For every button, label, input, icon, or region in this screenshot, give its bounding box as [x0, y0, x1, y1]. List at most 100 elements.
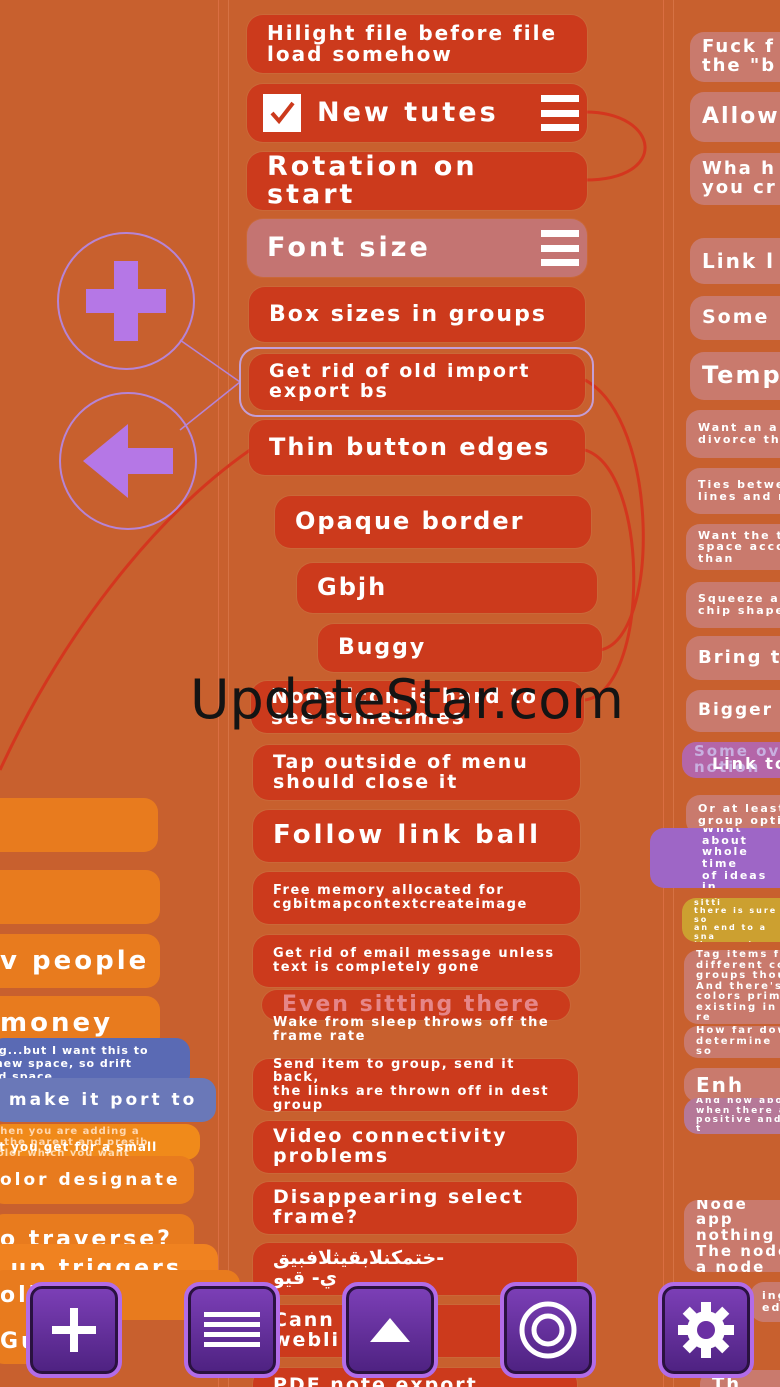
note-label: Send item to group, send it back, the li… — [273, 1056, 550, 1113]
target-icon — [519, 1301, 577, 1359]
up-button[interactable] — [342, 1282, 438, 1378]
back-button[interactable] — [59, 392, 197, 530]
note[interactable]: Fuck f the "b — [690, 32, 780, 82]
back-arrow-icon — [83, 424, 173, 498]
note-label: Some — [702, 306, 770, 329]
note-label: Bring t — [698, 646, 780, 668]
note[interactable]: Wake from sleep throws off the frame rat… — [253, 1010, 578, 1050]
note[interactable]: Link l — [690, 238, 780, 284]
note-label: And how abo when there a positive and t — [696, 1098, 780, 1134]
note[interactable]: Link to — [700, 752, 780, 776]
note[interactable]: Disappearing select frame? — [253, 1182, 577, 1234]
note-label: Want the t space acco than — [698, 528, 780, 565]
note[interactable]: Opaque border — [275, 496, 591, 548]
note[interactable]: Tap outside of menu should close it — [253, 745, 580, 800]
checkbox-checked-icon[interactable] — [263, 94, 301, 132]
note-label: What about whole time of ideas in — [702, 828, 768, 888]
note-label: Buggy — [338, 635, 427, 661]
note[interactable]: v people — [0, 934, 160, 988]
note-label: Enh — [696, 1072, 745, 1097]
note[interactable]: Wha h you cr — [690, 153, 780, 205]
note[interactable]: Box sizes in groups — [249, 287, 585, 342]
note-label: Thin button edges — [269, 432, 551, 461]
note-label: Or at least group optio — [698, 802, 780, 827]
add-node-button[interactable] — [57, 232, 195, 370]
note-label: Get rid of email message unless text is … — [273, 946, 555, 975]
up-arrow-icon — [370, 1318, 410, 1342]
note[interactable]: ing ed. — [750, 1282, 780, 1322]
note[interactable]: Get rid of old import export bs — [249, 354, 585, 410]
mind-map-canvas[interactable]: Hilight file before file load somehow Ne… — [0, 0, 780, 1387]
note-label: Get rid of old import export bs — [269, 360, 531, 402]
note[interactable]: Enh — [684, 1068, 780, 1102]
note-label: olor designate — [0, 1170, 181, 1190]
note[interactable]: Want the t space acco than — [686, 524, 780, 570]
note-label: How far dow determine so — [696, 1026, 780, 1058]
note-label: Tap outside of menu should close it — [273, 750, 529, 793]
add-icon — [52, 1308, 96, 1352]
menu-lines-icon[interactable] — [541, 95, 579, 131]
note[interactable]: New tutes — [247, 84, 587, 142]
note[interactable]: Want an a divorce th — [686, 410, 780, 458]
note[interactable]: Send item to group, send it back, the li… — [253, 1056, 578, 1113]
note-label: Tag items fo different col groups thou A… — [696, 950, 780, 1024]
note[interactable]: Ties betwe lines and n — [686, 468, 780, 514]
note-label: Rotation on start — [267, 150, 478, 210]
note-label: Opaque border — [295, 507, 525, 536]
note[interactable]: Rotation on start — [247, 152, 587, 210]
note[interactable]: Get rid of email message unless text is … — [253, 935, 580, 987]
note[interactable]: Bring t — [686, 636, 780, 680]
note-label: ing ed. — [762, 1289, 780, 1314]
menu-icon — [204, 1312, 260, 1347]
note-label: Bigger — [698, 700, 774, 721]
note[interactable]: Bigger — [686, 690, 780, 732]
note[interactable]: Some — [690, 296, 780, 340]
note[interactable]: How far dow determine so — [684, 1026, 780, 1058]
note[interactable]: And how abo when there a positive and t — [684, 1098, 780, 1134]
note[interactable]: Temp — [690, 352, 780, 400]
note-label: Want an a divorce th — [698, 421, 780, 446]
note-label: Box sizes in groups — [269, 301, 547, 327]
gear-icon — [678, 1302, 734, 1358]
note-label: Disappearing select frame? — [273, 1186, 524, 1228]
note[interactable]: Follow link ball — [253, 810, 580, 862]
note-label: Free memory allocated for cgbitmapcontex… — [273, 883, 528, 912]
note-selected[interactable]: Font size — [247, 219, 587, 277]
note-label: Gbjh — [317, 573, 388, 602]
note[interactable]: Tag items fo different col groups thou A… — [684, 950, 780, 1024]
note[interactable]: Free memory allocated for cgbitmapcontex… — [253, 872, 580, 924]
add-button[interactable] — [26, 1282, 122, 1378]
target-button[interactable] — [500, 1282, 596, 1378]
note-label: Font size — [267, 231, 431, 263]
note-label: Node app nothing The node a node — [696, 1200, 780, 1272]
note-label: Link l — [702, 248, 775, 273]
note[interactable]: make it port to — [0, 1078, 216, 1122]
note[interactable]: So you are sitti there is sure so an end… — [682, 898, 780, 942]
note-label: Wake from sleep throws off the frame rat… — [273, 1015, 550, 1044]
note[interactable] — [0, 870, 160, 924]
settings-button[interactable] — [658, 1282, 754, 1378]
note-label: make it port to — [0, 1090, 198, 1110]
note[interactable]: Thin button edges — [249, 420, 585, 475]
note[interactable]: Squeeze al chip shape — [686, 582, 780, 628]
note[interactable]: Gbjh — [297, 563, 597, 613]
plus-icon — [86, 261, 166, 341]
note-label: v people — [0, 946, 150, 976]
note[interactable]: Allow — [690, 92, 780, 142]
note-label: New tutes — [317, 96, 499, 128]
menu-button[interactable] — [184, 1282, 280, 1378]
note[interactable]: Hilight file before file load somehow — [247, 15, 587, 73]
note[interactable]: Video connectivity problems — [253, 1121, 577, 1173]
note[interactable]: Buggy — [318, 624, 602, 672]
note-label: Hilight file before file load somehow — [267, 21, 558, 66]
note-label: Temp — [702, 361, 780, 390]
note-label: Fuck f the "b — [702, 36, 777, 76]
menu-lines-icon[interactable] — [541, 230, 579, 266]
note[interactable]: Node app nothing The node a node — [684, 1200, 780, 1272]
note-label: Squeeze al chip shape — [698, 592, 780, 617]
note[interactable]: olor designate — [0, 1156, 194, 1204]
watermark: UpdateStar.com — [190, 668, 624, 731]
note[interactable]: What about whole time of ideas in — [650, 828, 780, 888]
note-label: So you are sitti there is sure so an end… — [694, 898, 778, 942]
note[interactable] — [0, 798, 158, 852]
